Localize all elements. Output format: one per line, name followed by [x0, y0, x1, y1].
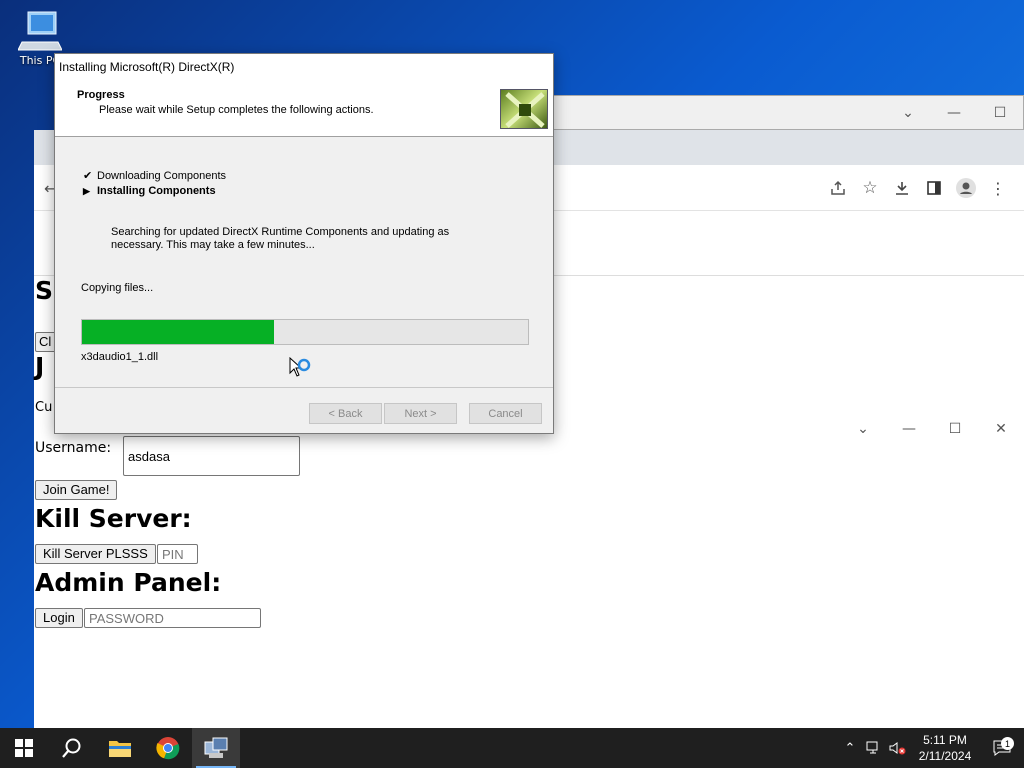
start-button[interactable] — [0, 728, 48, 768]
step-label: Installing Components — [97, 185, 216, 197]
cancel-button[interactable]: Cancel — [469, 403, 542, 424]
minimize-icon[interactable]: — — [931, 96, 977, 129]
taskbar: ⌃ 5:11 PM 2/11/2024 1 — [0, 728, 1024, 768]
profile-avatar-icon[interactable] — [950, 175, 982, 201]
windows-logo-icon — [15, 739, 33, 757]
setup-installer-icon — [204, 737, 228, 758]
notification-count-badge: 1 — [1001, 737, 1014, 750]
password-input[interactable]: PASSWORD — [84, 608, 261, 628]
chrome-button[interactable] — [144, 728, 192, 768]
pin-input[interactable]: PIN — [157, 544, 198, 564]
dialog-header-title: Progress — [77, 89, 125, 101]
current-file-text: x3daudio1_1.dll — [81, 351, 159, 363]
clock-date: 2/11/2024 — [918, 749, 972, 763]
dialog-title: Installing Microsoft(R) DirectX(R) — [55, 54, 553, 80]
computer-icon — [18, 11, 62, 51]
dialog-header-subtitle: Please wait while Setup completes the fo… — [99, 104, 374, 116]
join-game-button[interactable]: Join Game! — [35, 480, 118, 500]
kill-server-button[interactable]: Kill Server PLSSS — [35, 544, 156, 564]
username-label: Username: — [35, 440, 112, 456]
directx-setup-button[interactable] — [192, 728, 240, 768]
username-input[interactable]: asdasa — [123, 436, 300, 476]
progress-fill — [82, 320, 274, 344]
chrome-icon — [156, 737, 180, 760]
bookmark-star-icon[interactable]: ☆ — [854, 175, 886, 201]
arrow-right-icon: ▶ — [83, 185, 90, 196]
folder-icon — [109, 741, 131, 757]
menu-kebab-icon[interactable]: ⋮ — [982, 175, 1014, 201]
next-button[interactable]: Next > — [384, 403, 457, 424]
notifications-icon[interactable]: 1 — [980, 737, 1024, 756]
dialog-header: Progress Please wait while Setup complet… — [55, 80, 553, 137]
kill-server-heading: Kill Server: — [35, 504, 192, 533]
system-tray: ⌃ 5:11 PM 2/11/2024 1 — [838, 728, 1024, 768]
chevron-up-icon[interactable]: ⌃ — [838, 740, 862, 756]
back-button[interactable]: < Back — [309, 403, 382, 424]
step-downloading: ✔ Downloading Components — [83, 169, 227, 183]
search-button[interactable] — [48, 728, 96, 768]
volume-muted-icon[interactable] — [886, 741, 910, 755]
directx-logo-icon — [500, 89, 548, 129]
file-explorer-button[interactable] — [96, 728, 144, 768]
page-heading-partial-2: J — [35, 352, 45, 381]
network-icon[interactable] — [862, 741, 886, 755]
page-text-partial: Cu — [35, 400, 53, 415]
page-heading-partial: S — [35, 276, 54, 305]
copy-status-text: Copying files... — [81, 282, 154, 294]
chevron-down-icon[interactable]: ⌄ — [885, 96, 931, 129]
install-progress-bar — [81, 319, 529, 345]
clock[interactable]: 5:11 PM 2/11/2024 — [910, 732, 980, 764]
step-label: Downloading Components — [97, 169, 227, 182]
search-icon — [62, 738, 81, 758]
side-panel-icon[interactable] — [918, 175, 950, 201]
dialog-description: Searching for updated DirectX Runtime Co… — [111, 226, 450, 251]
share-icon[interactable] — [822, 175, 854, 201]
admin-panel-heading: Admin Panel: — [35, 568, 222, 597]
step-installing: ▶ Installing Components — [83, 185, 216, 197]
directx-installer-dialog: Installing Microsoft(R) DirectX(R) Progr… — [54, 53, 554, 434]
login-button[interactable]: Login — [35, 608, 83, 628]
download-icon[interactable] — [886, 175, 918, 201]
busy-cursor-icon — [289, 357, 311, 377]
maximize-icon[interactable]: ☐ — [977, 96, 1023, 129]
clock-time: 5:11 PM — [923, 733, 967, 747]
checkmark-icon: ✔ — [83, 170, 93, 182]
dialog-separator — [55, 387, 553, 388]
